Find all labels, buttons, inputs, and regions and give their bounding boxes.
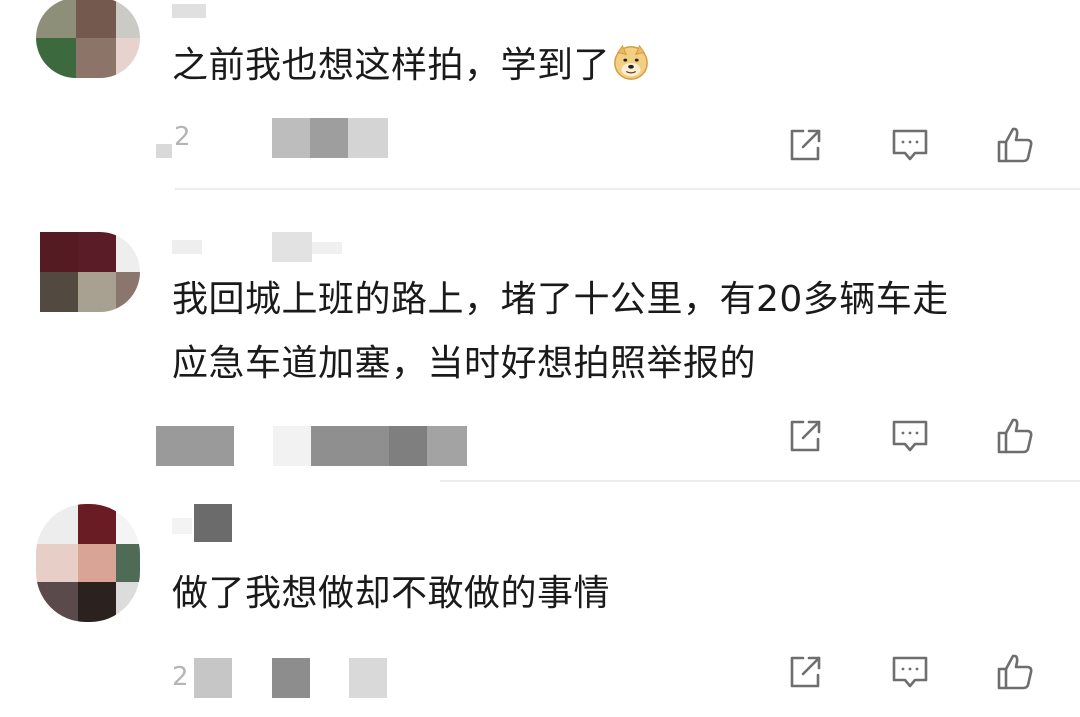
blurred-name <box>194 504 232 542</box>
avatar-pixel <box>116 544 140 582</box>
comment-item: 之前我也想这样拍，学到了 2 <box>0 0 1080 190</box>
comment-text: 做了我想做却不敢做的事情 <box>172 562 610 626</box>
avatar-pixel <box>116 0 140 38</box>
reply-button[interactable] <box>885 648 935 696</box>
like-button[interactable] <box>990 121 1040 169</box>
share-button[interactable] <box>780 412 830 460</box>
avatar-pixel <box>78 544 116 582</box>
blurred-info <box>348 118 388 158</box>
avatar-pixel <box>40 232 78 272</box>
share-button[interactable] <box>780 648 830 696</box>
blurred-info <box>156 426 234 466</box>
avatar[interactable] <box>36 232 140 312</box>
share-icon <box>790 420 821 452</box>
comment-actions <box>780 648 1050 696</box>
blurred-name <box>172 518 192 534</box>
avatar[interactable] <box>36 504 140 622</box>
comment-item: 我回城上班的路上，堵了十公里，有20多辆车走 应急车道加塞，当时好想拍照举报的 <box>0 190 1080 480</box>
comment-icon <box>892 129 928 161</box>
avatar-pixel <box>36 38 76 78</box>
avatar-pixel <box>78 504 116 544</box>
comment-actions <box>780 121 1050 169</box>
avatar-pixel <box>76 38 116 78</box>
avatar-pixel <box>36 544 78 582</box>
blurred-info <box>349 658 387 698</box>
blurred-info <box>156 144 172 158</box>
thumbs-up-icon <box>997 127 1033 163</box>
avatar-pixel <box>36 0 76 38</box>
avatar-pixel <box>116 38 140 78</box>
avatar-pixel <box>36 582 78 622</box>
share-icon <box>790 656 821 688</box>
avatar-pixel <box>116 582 140 622</box>
comment-text-content: 之前我也想这样拍，学到了 <box>172 45 611 86</box>
blurred-info <box>273 426 311 466</box>
avatar-pixel <box>78 232 116 272</box>
blurred-info <box>427 426 467 466</box>
blurred-info <box>272 658 310 698</box>
reply-button[interactable] <box>885 121 935 169</box>
avatar[interactable] <box>36 0 140 78</box>
avatar-pixel <box>40 272 78 312</box>
meta-fragment: 2 <box>174 122 191 152</box>
comment-actions <box>780 412 1050 460</box>
blurred-name <box>172 240 202 254</box>
avatar-pixel <box>76 0 116 38</box>
like-button[interactable] <box>990 648 1040 696</box>
avatar-pixel <box>116 272 140 312</box>
blurred-info <box>194 658 232 698</box>
comment-text-line: 我回城上班的路上，堵了十公里，有20多辆车走 <box>172 279 949 320</box>
avatar-pixel <box>78 582 116 622</box>
reply-button[interactable] <box>885 412 935 460</box>
blurred-name <box>272 232 312 262</box>
avatar-pixel <box>36 504 78 544</box>
avatar-pixel <box>78 272 116 312</box>
share-icon <box>790 129 821 161</box>
comment-text-line: 应急车道加塞，当时好想拍照举报的 <box>172 343 757 384</box>
thumbs-up-icon <box>997 418 1033 454</box>
doge-emoji <box>614 44 648 80</box>
like-button[interactable] <box>990 412 1040 460</box>
comment-icon <box>892 656 928 688</box>
blurred-info <box>310 118 348 158</box>
blurred-info <box>272 118 310 158</box>
comment-text: 我回城上班的路上，堵了十公里，有20多辆车走 应急车道加塞，当时好想拍照举报的 <box>172 268 949 396</box>
meta-fragment: 2 <box>172 662 189 692</box>
blurred-name <box>312 242 342 254</box>
blurred-info <box>389 426 427 466</box>
comment-item: 做了我想做却不敢做的事情 2 <box>0 482 1080 717</box>
avatar-pixel <box>116 504 140 544</box>
thumbs-up-icon <box>997 654 1033 690</box>
comment-icon <box>892 420 928 452</box>
blurred-info <box>311 426 389 466</box>
avatar-pixel <box>116 232 140 272</box>
comment-text: 之前我也想这样拍，学到了 <box>172 34 650 98</box>
share-button[interactable] <box>780 121 830 169</box>
blurred-name <box>172 4 206 18</box>
comment-text-content: 做了我想做却不敢做的事情 <box>172 573 611 614</box>
